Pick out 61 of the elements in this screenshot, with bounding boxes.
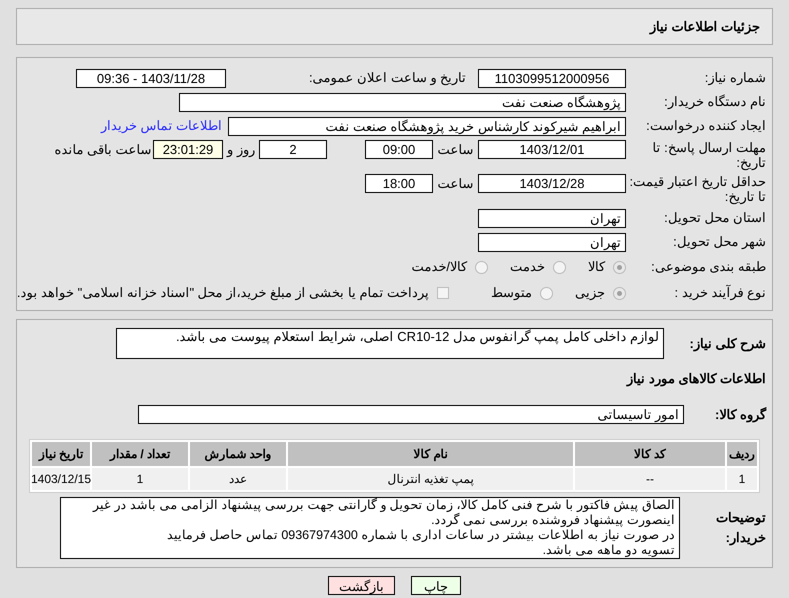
- table-cell: عدد: [190, 468, 286, 490]
- field-label: توضیحات خریدار:: [715, 509, 766, 547]
- radio-label: کالا: [588, 258, 605, 276]
- table-cell: پمپ تغذیه انترنال: [288, 468, 573, 490]
- city-field: تهران: [478, 232, 626, 252]
- announce-date-field: 1403/11/28 - 09:36: [76, 68, 226, 88]
- column-header: واحد شمارش: [190, 442, 286, 466]
- deadline-time-field: 09:00: [365, 140, 433, 159]
- radio-button[interactable]: [475, 260, 488, 274]
- field-label: استان محل تحویل:: [663, 209, 766, 228]
- goods-group-field: امور تاسیساتی: [138, 405, 684, 424]
- field-label: تاریخ و ساعت اعلان عمومی:: [308, 69, 466, 88]
- radio-label: خدمت: [510, 258, 545, 276]
- checkbox[interactable]: [437, 287, 449, 299]
- field-label: ساعت: [436, 141, 474, 159]
- radio-label: کالا/خدمت: [411, 258, 467, 276]
- days-field: 2: [259, 140, 327, 159]
- back-button[interactable]: بازگشت: [328, 576, 395, 594]
- radio-button[interactable]: [553, 260, 566, 274]
- column-header: تاریخ نیاز: [32, 442, 90, 466]
- table-cell: --: [575, 468, 725, 490]
- field-label: نام دستگاه خریدار:: [663, 93, 766, 112]
- page-title: جزئیات اطلاعات نیاز: [650, 18, 760, 36]
- radio-label: جزیی: [575, 284, 605, 302]
- deadline-date-field: 1403/12/01: [478, 140, 626, 159]
- field-label: روز و: [226, 141, 256, 160]
- field-label: شماره نیاز:: [704, 69, 766, 88]
- requester-field: ابراهیم شیرکوند کارشناس خرید پژوهشگاه صنعت نفت: [228, 116, 626, 136]
- table-cell: 1: [92, 468, 188, 490]
- table-cell: 1403/12/15: [32, 468, 90, 490]
- field-label: مهلت ارسال پاسخ: تا تاریخ:: [652, 140, 766, 170]
- radio-button[interactable]: [613, 260, 626, 274]
- province-field: تهران: [478, 208, 626, 228]
- buyer-org-field: پژوهشگاه صنعت نفت: [179, 92, 626, 112]
- remaining-time-field: 23:01:29: [153, 140, 223, 159]
- validity-date-field: 1403/12/28: [478, 174, 626, 193]
- field-label: ساعت: [436, 175, 474, 193]
- field-label: گروه کالا:: [714, 406, 766, 424]
- field-label: طبقه بندی موضوعی:: [650, 258, 766, 276]
- section-heading: اطلاعات کالاهای مورد نیاز: [627, 371, 766, 386]
- table-cell: 1: [727, 468, 757, 490]
- need-number-field: 1103099512000956: [478, 68, 626, 88]
- buyer-contact-link[interactable]: اطلاعات تماس خریدار: [100, 116, 222, 136]
- field-label: ایجاد کننده درخواست:: [645, 117, 766, 136]
- column-header: نام کالا: [288, 442, 573, 466]
- radio-button[interactable]: [613, 286, 626, 300]
- field-label: حداقل تاریخ اعتبار قیمت: تا تاریخ:: [628, 174, 766, 204]
- field-label: شهر محل تحویل:: [672, 233, 766, 252]
- checkbox-label: پرداخت تمام یا بخشی از مبلغ خرید،از محل "اسناد خزانه اسلامی" خواهد بود.: [16, 284, 429, 302]
- column-header: تعداد / مقدار: [92, 442, 188, 466]
- column-header: کد کالا: [575, 442, 725, 466]
- buyer-notes-box: الصاق پیش فاکتور با شرح فنی کامل کالا، زمان تحویل و گارانتی جهت بررسی پیشنهاد الزامی می باشد در غیر اینصورت پیشنهاد فروشنده بررسی نمی گردد. در صورت نیاز به اطلاعات بیشتر در ساعات اداری با شماره 09367974300 تماس حاصل فرمایید تسویه دو ماهه می باشد.: [60, 496, 680, 558]
- radio-button[interactable]: [540, 286, 553, 300]
- field-label: نوع فرآیند خرید :: [674, 284, 766, 302]
- column-header: ردیف: [727, 442, 757, 466]
- radio-label: متوسط: [491, 284, 532, 302]
- field-label: شرح کلی نیاز:: [688, 334, 766, 354]
- description-box: لوازم داخلی کامل پمپ گرانفوس مدل CR10-12 اصلی، شرایط استعلام پیوست می باشد.: [116, 328, 664, 359]
- validity-time-field: 18:00: [365, 174, 433, 193]
- field-label: ساعت باقی مانده: [53, 141, 153, 159]
- print-button[interactable]: چاپ: [411, 576, 461, 594]
